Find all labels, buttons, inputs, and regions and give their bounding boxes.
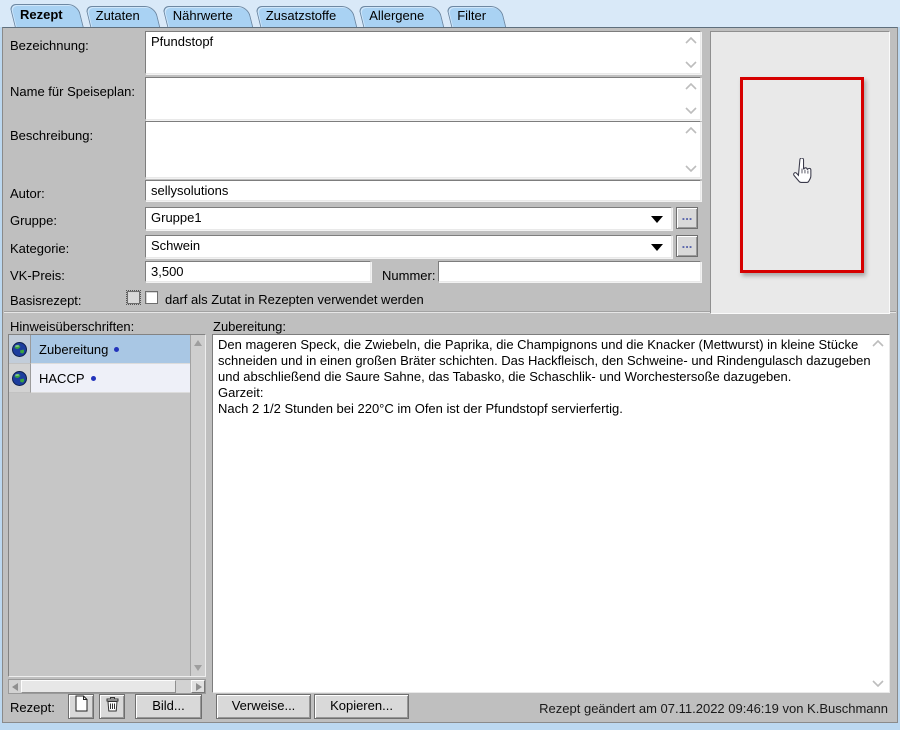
- gruppe-value: Gruppe1: [151, 210, 202, 225]
- scroll-down-icon[interactable]: [685, 165, 697, 172]
- scroll-up-icon[interactable]: [685, 83, 697, 90]
- list-vertical-scrollbar[interactable]: [190, 335, 205, 676]
- zutat-verwenden-checkbox[interactable]: [145, 291, 158, 304]
- kategorie-browse-button[interactable]: ...: [676, 235, 698, 257]
- nummer-input[interactable]: [438, 261, 701, 282]
- rezept-footer-label: Rezept:: [10, 700, 55, 715]
- scroll-up-icon[interactable]: [872, 340, 884, 347]
- beschreibung-value: [146, 122, 700, 126]
- speiseplan-field[interactable]: [145, 77, 701, 120]
- tab-zusatzstoffe-label: Zusatzstoffe: [266, 8, 337, 23]
- scroll-down-icon[interactable]: [685, 61, 697, 68]
- zubereitung-label: Zubereitung:: [213, 319, 286, 334]
- list-item-label: HACCP: [39, 371, 85, 386]
- tab-naehrwerte[interactable]: Nährwerte: [162, 6, 248, 27]
- bezeichnung-field[interactable]: Pfundstopf: [145, 31, 701, 74]
- tab-zusatzstoffe[interactable]: Zusatzstoffe: [255, 6, 352, 27]
- status-text: Rezept geändert am 07.11.2022 09:46:19 v…: [539, 701, 888, 716]
- scroll-down-icon[interactable]: [685, 107, 697, 114]
- new-recipe-button[interactable]: [68, 694, 94, 719]
- gruppe-browse-button[interactable]: ...: [676, 207, 698, 229]
- zutat-verwenden-label: darf als Zutat in Rezepten verwendet wer…: [165, 292, 424, 307]
- nummer-label: Nummer:: [382, 268, 435, 283]
- gruppe-label: Gruppe:: [10, 213, 57, 228]
- scroll-up-icon[interactable]: [194, 340, 202, 346]
- tab-zutaten-label: Zutaten: [96, 8, 140, 23]
- globe-icon: [9, 335, 31, 364]
- autor-label: Autor:: [10, 186, 45, 201]
- kategorie-select[interactable]: Schwein: [145, 235, 672, 258]
- kategorie-value: Schwein: [151, 238, 200, 253]
- hand-cursor-icon: [791, 158, 813, 187]
- bullet-dot-icon: [91, 376, 96, 381]
- basisrezept-label: Basisrezept:: [10, 293, 82, 308]
- delete-recipe-button[interactable]: [99, 694, 125, 719]
- tab-filter[interactable]: Filter: [446, 6, 501, 27]
- chevron-down-icon: [651, 244, 663, 251]
- speiseplan-value: [146, 78, 700, 82]
- scroll-right-button[interactable]: [191, 680, 205, 693]
- speiseplan-label: Name für Speiseplan:: [10, 84, 135, 99]
- beschreibung-field[interactable]: [145, 121, 701, 178]
- kopieren-button[interactable]: Kopieren...: [314, 694, 409, 719]
- tab-filter-label: Filter: [457, 8, 486, 23]
- tab-zutaten[interactable]: Zutaten: [85, 6, 155, 27]
- scroll-right-icon: [196, 683, 202, 691]
- tab-rezept-label: Rezept: [20, 7, 63, 22]
- bezeichnung-label: Bezeichnung:: [10, 38, 89, 53]
- bild-button[interactable]: Bild...: [135, 694, 202, 719]
- list-item-label: Zubereitung: [39, 342, 108, 357]
- scroll-up-icon[interactable]: [685, 37, 697, 44]
- scroll-up-icon[interactable]: [685, 127, 697, 134]
- list-horizontal-scrollbar[interactable]: [8, 679, 206, 694]
- recipe-image-panel[interactable]: [710, 31, 890, 314]
- new-document-icon: [74, 695, 89, 719]
- scroll-down-icon[interactable]: [872, 680, 884, 687]
- beschreibung-label: Beschreibung:: [10, 128, 93, 143]
- verweise-button[interactable]: Verweise...: [216, 694, 311, 719]
- list-item-haccp[interactable]: HACCP: [9, 364, 190, 393]
- chevron-down-icon: [651, 216, 663, 223]
- bezeichnung-value: Pfundstopf: [146, 32, 700, 52]
- zubereitung-textarea[interactable]: Den mageren Speck, die Zwiebeln, die Pap…: [212, 334, 890, 693]
- tab-allergene[interactable]: Allergene: [358, 6, 439, 27]
- trash-icon: [105, 695, 120, 719]
- hinweisueberschriften-label: Hinweisüberschriften:: [10, 319, 134, 334]
- tab-naehrwerte-label: Nährwerte: [173, 8, 233, 23]
- tab-allergene-label: Allergene: [369, 8, 424, 23]
- basisrezept-checkbox[interactable]: [127, 291, 140, 304]
- autor-input[interactable]: [145, 180, 701, 201]
- scroll-left-icon[interactable]: [12, 683, 18, 691]
- hinweis-list: Zubereitung HACCP: [8, 334, 206, 677]
- vk-preis-label: VK-Preis:: [10, 268, 65, 283]
- scrollbar-thumb[interactable]: [21, 680, 176, 693]
- bullet-dot-icon: [114, 347, 119, 352]
- gruppe-select[interactable]: Gruppe1: [145, 207, 672, 230]
- vk-preis-input[interactable]: [145, 261, 371, 282]
- scroll-down-icon[interactable]: [194, 665, 202, 671]
- kategorie-label: Kategorie:: [10, 241, 69, 256]
- zubereitung-text: Den mageren Speck, die Zwiebeln, die Pap…: [218, 337, 871, 690]
- recipe-window: Rezept Zutaten Nährwerte Zusatzstoffe Al…: [0, 0, 900, 730]
- tab-bar: Rezept Zutaten Nährwerte Zusatzstoffe Al…: [0, 0, 900, 27]
- globe-icon: [9, 364, 31, 393]
- list-item-zubereitung[interactable]: Zubereitung: [9, 335, 190, 364]
- tab-rezept[interactable]: Rezept: [9, 4, 78, 27]
